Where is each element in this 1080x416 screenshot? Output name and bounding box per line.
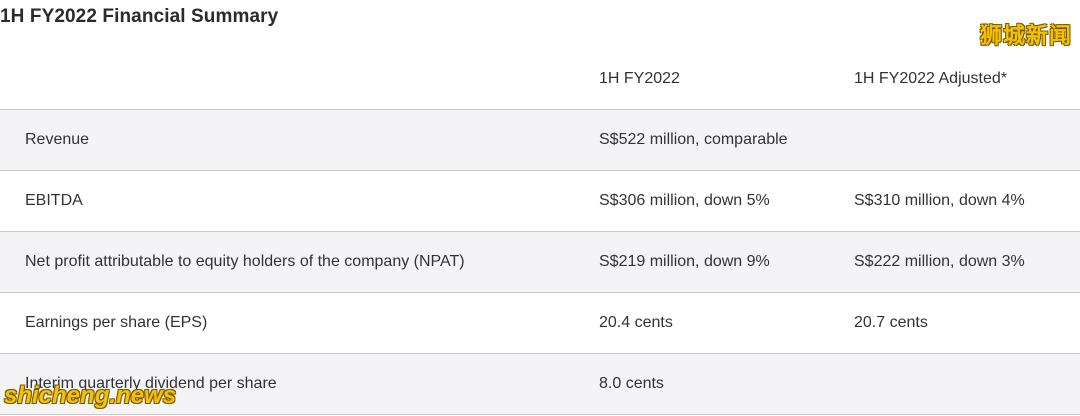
table-row: Earnings per share (EPS) 20.4 cents 20.7… bbox=[0, 293, 1080, 354]
table-cell: S$219 million, down 9% bbox=[599, 253, 770, 270]
table-cell: S$310 million, down 4% bbox=[854, 192, 1025, 209]
table-header-row: 1H FY2022 1H FY2022 Adjusted* bbox=[0, 48, 1080, 110]
row-label: Revenue bbox=[25, 131, 90, 148]
table-cell: 8.0 cents bbox=[599, 375, 664, 392]
page: 1H FY2022 Financial Summary 1H FY2022 1H… bbox=[0, 0, 1080, 416]
table-cell: S$522 million, comparable bbox=[599, 131, 788, 148]
financial-summary-table: 1H FY2022 1H FY2022 Adjusted* Revenue S$… bbox=[0, 48, 1080, 415]
table-cell: S$306 million, down 5% bbox=[599, 192, 770, 209]
page-title: 1H FY2022 Financial Summary bbox=[0, 6, 279, 27]
watermark-logo-cn: 狮城新闻 bbox=[979, 23, 1072, 48]
header-cell: 1H FY2022 bbox=[599, 70, 680, 87]
watermark-logo-en: shicheng.news bbox=[4, 382, 177, 409]
table-cell: 20.7 cents bbox=[854, 314, 928, 331]
table-cell: 20.4 cents bbox=[599, 314, 673, 331]
table-row: EBITDA S$306 million, down 5% S$310 mill… bbox=[0, 171, 1080, 232]
table-row: Net profit attributable to equity holder… bbox=[0, 232, 1080, 293]
row-label: EBITDA bbox=[25, 192, 83, 209]
row-label: Net profit attributable to equity holder… bbox=[25, 253, 465, 270]
header-cell: 1H FY2022 Adjusted* bbox=[854, 70, 1007, 87]
table-row: Revenue S$522 million, comparable bbox=[0, 110, 1080, 171]
row-label: Earnings per share (EPS) bbox=[25, 314, 208, 331]
table-cell: S$222 million, down 3% bbox=[854, 253, 1025, 270]
